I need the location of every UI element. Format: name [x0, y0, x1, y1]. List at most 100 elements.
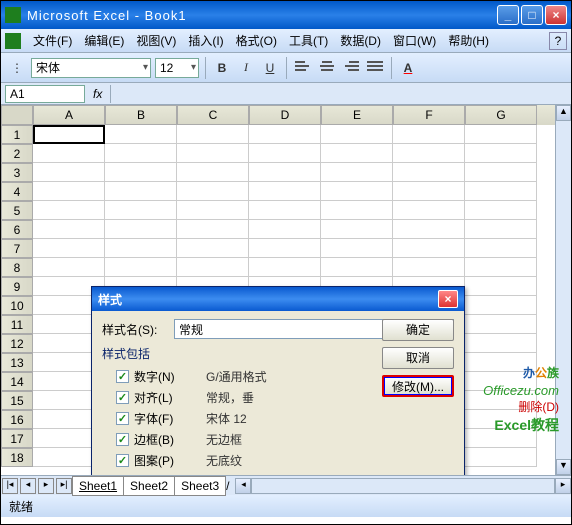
- italic-button[interactable]: I: [236, 58, 256, 78]
- col-header[interactable]: F: [393, 105, 465, 125]
- cell[interactable]: [465, 448, 537, 467]
- align-center-button[interactable]: [317, 58, 337, 78]
- dialog-close-button[interactable]: ×: [438, 290, 458, 308]
- row-header[interactable]: 18: [1, 448, 33, 467]
- cell[interactable]: [33, 163, 105, 182]
- col-header[interactable]: C: [177, 105, 249, 125]
- name-box[interactable]: A1: [5, 85, 85, 103]
- fx-icon[interactable]: fx: [93, 87, 102, 101]
- row-header[interactable]: 7: [1, 239, 33, 258]
- cell[interactable]: [465, 315, 537, 334]
- cell[interactable]: [465, 296, 537, 315]
- menu-view[interactable]: 视图(V): [130, 30, 182, 51]
- cell[interactable]: [393, 125, 465, 144]
- cell[interactable]: [393, 201, 465, 220]
- row-header[interactable]: 11: [1, 315, 33, 334]
- cell[interactable]: [465, 125, 537, 144]
- col-header[interactable]: A: [33, 105, 105, 125]
- align-left-button[interactable]: [293, 58, 313, 78]
- sheet-tab[interactable]: Sheet3: [174, 476, 226, 496]
- row-header[interactable]: 5: [1, 201, 33, 220]
- row-header[interactable]: 2: [1, 144, 33, 163]
- select-all-corner[interactable]: [1, 105, 33, 125]
- cancel-button[interactable]: 取消: [382, 347, 454, 369]
- cell[interactable]: [465, 353, 537, 372]
- checkbox[interactable]: ✓: [116, 370, 129, 383]
- cell[interactable]: [105, 220, 177, 239]
- checkbox[interactable]: ✓: [116, 412, 129, 425]
- scroll-left-icon[interactable]: ◂: [235, 478, 251, 494]
- col-header[interactable]: E: [321, 105, 393, 125]
- row-header[interactable]: 10: [1, 296, 33, 315]
- cell[interactable]: [249, 220, 321, 239]
- cell[interactable]: [33, 201, 105, 220]
- cell[interactable]: [177, 182, 249, 201]
- cell[interactable]: [249, 258, 321, 277]
- cell[interactable]: [465, 258, 537, 277]
- dialog-titlebar[interactable]: 样式 ×: [92, 287, 464, 311]
- underline-button[interactable]: U: [260, 58, 280, 78]
- checkbox[interactable]: ✓: [116, 433, 129, 446]
- cell[interactable]: [393, 258, 465, 277]
- scroll-down-icon[interactable]: ▼: [556, 459, 571, 475]
- cell[interactable]: [465, 201, 537, 220]
- cell[interactable]: [321, 144, 393, 163]
- cell[interactable]: [177, 125, 249, 144]
- cell[interactable]: [321, 258, 393, 277]
- cell[interactable]: [177, 220, 249, 239]
- cell[interactable]: [249, 125, 321, 144]
- sheet-tab[interactable]: Sheet1: [72, 476, 124, 496]
- cell[interactable]: [321, 125, 393, 144]
- cell[interactable]: [321, 239, 393, 258]
- cell[interactable]: [105, 163, 177, 182]
- checkbox[interactable]: ✓: [116, 454, 129, 467]
- maximize-button[interactable]: □: [521, 5, 543, 25]
- cell[interactable]: [321, 182, 393, 201]
- col-header[interactable]: B: [105, 105, 177, 125]
- sheet-tab[interactable]: Sheet2: [123, 476, 175, 496]
- cell[interactable]: [105, 125, 177, 144]
- cell[interactable]: [465, 372, 537, 391]
- font-size-select[interactable]: 12: [155, 58, 199, 78]
- cell[interactable]: [33, 220, 105, 239]
- merge-center-button[interactable]: [365, 58, 385, 78]
- cell[interactable]: [321, 163, 393, 182]
- menu-data[interactable]: 数据(D): [334, 30, 387, 51]
- close-button[interactable]: ×: [545, 5, 567, 25]
- cell[interactable]: [393, 163, 465, 182]
- tab-last-icon[interactable]: ▸|: [56, 478, 72, 494]
- menu-insert[interactable]: 插入(I): [182, 30, 229, 51]
- cell[interactable]: [177, 163, 249, 182]
- cell[interactable]: [465, 429, 537, 448]
- cell[interactable]: [465, 277, 537, 296]
- font-name-select[interactable]: 宋体: [31, 58, 151, 78]
- horizontal-scrollbar[interactable]: ◂ ▸: [235, 478, 571, 494]
- minimize-button[interactable]: _: [497, 5, 519, 25]
- scroll-up-icon[interactable]: ▲: [556, 105, 571, 121]
- row-header[interactable]: 9: [1, 277, 33, 296]
- cell[interactable]: [33, 125, 105, 144]
- cell[interactable]: [105, 239, 177, 258]
- menu-format[interactable]: 格式(O): [230, 30, 283, 51]
- menu-edit[interactable]: 编辑(E): [78, 30, 130, 51]
- scroll-right-icon[interactable]: ▸: [555, 478, 571, 494]
- cell[interactable]: [393, 182, 465, 201]
- align-right-button[interactable]: [341, 58, 361, 78]
- cell[interactable]: [393, 220, 465, 239]
- cell[interactable]: [33, 258, 105, 277]
- tab-next-icon[interactable]: ▸: [38, 478, 54, 494]
- row-header[interactable]: 13: [1, 353, 33, 372]
- cell[interactable]: [321, 220, 393, 239]
- help-icon[interactable]: ?: [549, 32, 567, 50]
- cell[interactable]: [249, 144, 321, 163]
- cell[interactable]: [249, 163, 321, 182]
- row-header[interactable]: 6: [1, 220, 33, 239]
- menu-file[interactable]: 文件(F): [27, 30, 78, 51]
- cell[interactable]: [393, 239, 465, 258]
- cell[interactable]: [249, 239, 321, 258]
- tab-prev-icon[interactable]: ◂: [20, 478, 36, 494]
- menu-tools[interactable]: 工具(T): [283, 30, 334, 51]
- cell[interactable]: [465, 220, 537, 239]
- cell[interactable]: [33, 239, 105, 258]
- cell[interactable]: [105, 144, 177, 163]
